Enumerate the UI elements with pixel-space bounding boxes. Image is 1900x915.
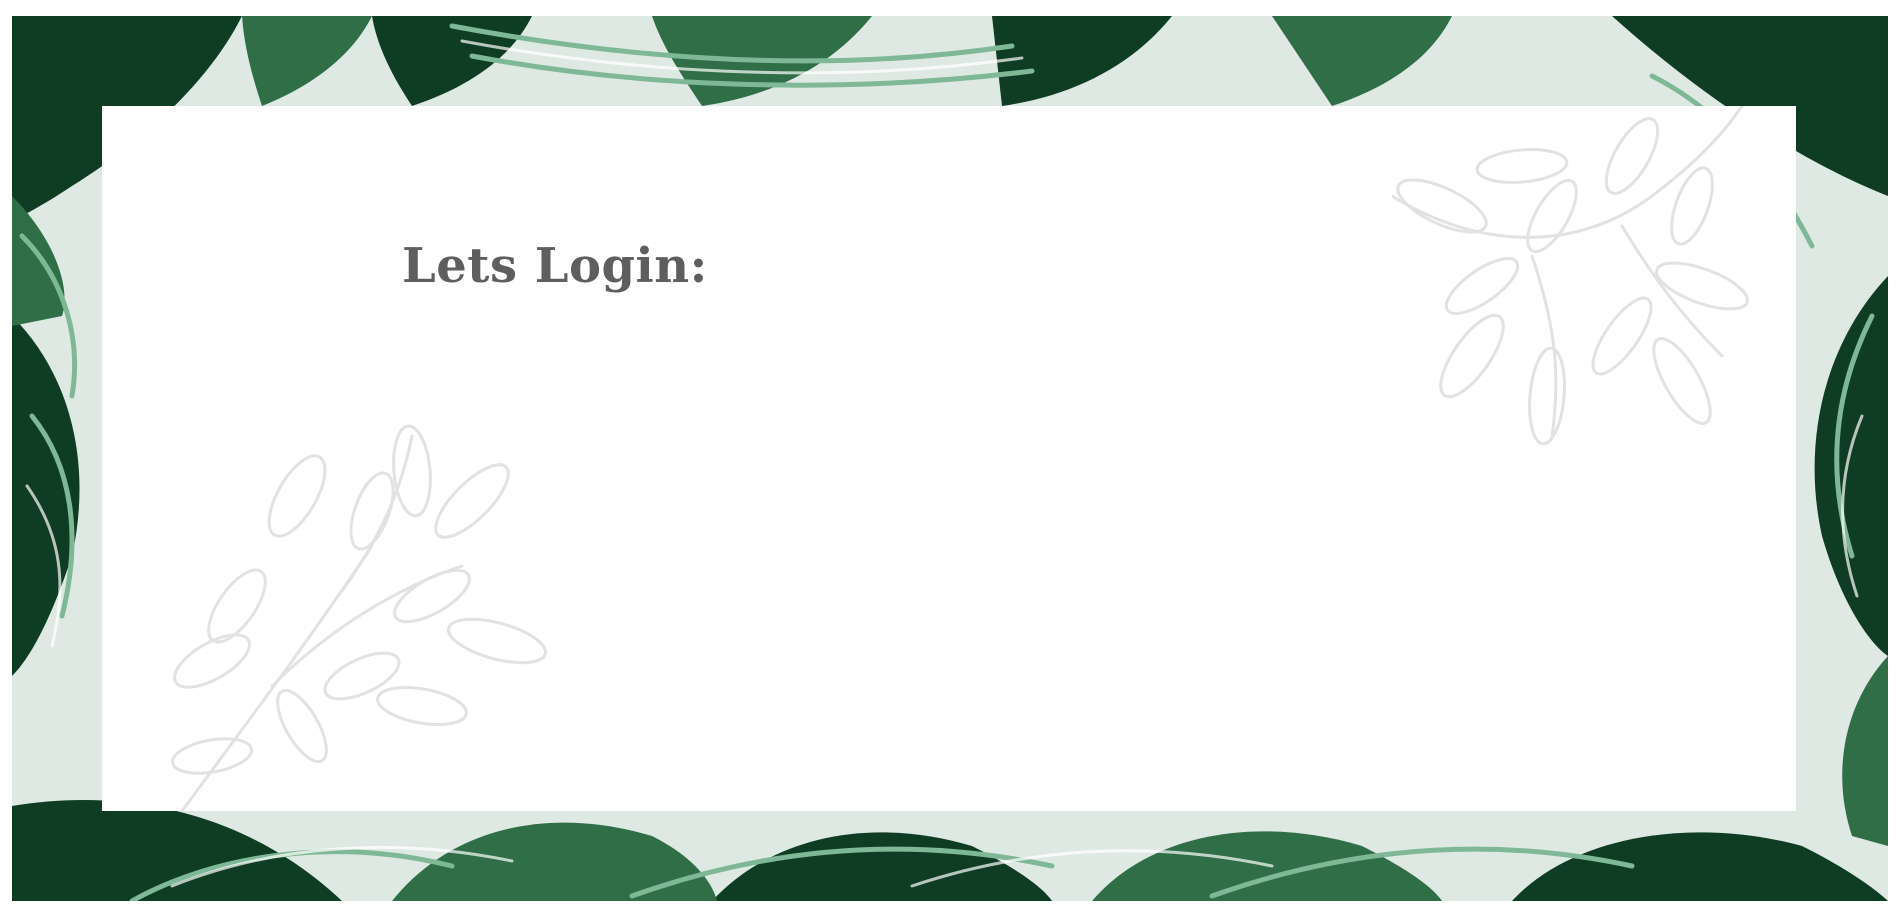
login-card: Lets Login: (102, 106, 1796, 811)
leaf-sprig-outline-icon (1392, 106, 1749, 446)
login-page: Lets Login: (0, 0, 1900, 915)
login-title: Lets Login: (402, 238, 708, 294)
leaf-sprig-outline-icon (171, 424, 548, 811)
